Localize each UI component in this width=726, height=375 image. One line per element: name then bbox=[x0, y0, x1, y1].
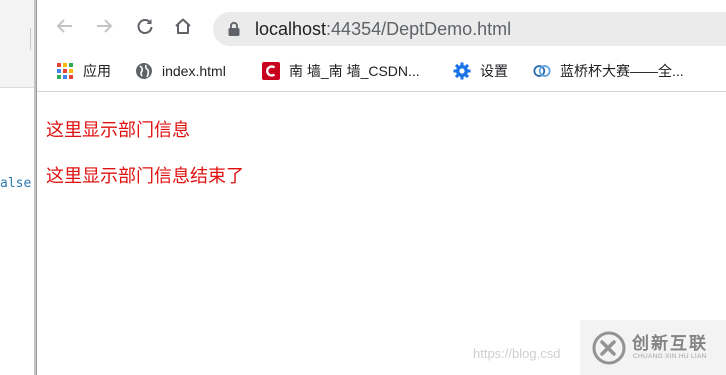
page-content: 这里显示部门信息 这里显示部门信息结束了 https://blog.csd 创新… bbox=[37, 93, 726, 375]
address-bar[interactable]: localhost:44354/DeptDemo.html bbox=[213, 12, 726, 46]
bookmark-label: 南 墙_南 墙_CSDN... bbox=[289, 63, 420, 79]
watermark-brand-cn: 创新互联 bbox=[632, 334, 708, 353]
bookmark-label: index.html bbox=[162, 63, 226, 79]
screen: alse localhost:44354/DeptDemo.html 应用 in… bbox=[0, 0, 726, 375]
url-host: localhost bbox=[255, 19, 327, 39]
browser-toolbar: localhost:44354/DeptDemo.html bbox=[37, 0, 726, 52]
forward-arrow-icon bbox=[97, 19, 113, 33]
reload-button[interactable] bbox=[132, 13, 158, 39]
editor-code-fragment: alse bbox=[0, 176, 32, 191]
url-text: localhost:44354/DeptDemo.html bbox=[255, 19, 511, 40]
editor-divider bbox=[30, 28, 31, 50]
home-button[interactable] bbox=[170, 13, 196, 39]
brand-logo-icon bbox=[592, 331, 626, 365]
globe-icon bbox=[135, 62, 153, 80]
forward-button[interactable] bbox=[91, 13, 117, 39]
apps-grid-icon bbox=[56, 62, 74, 80]
back-arrow-icon bbox=[56, 19, 72, 33]
watermark-brand-en: CHUANG XIN HU LIAN bbox=[633, 353, 707, 360]
bookmark-settings[interactable]: 设置 bbox=[453, 60, 508, 82]
bookmark-index-html[interactable]: index.html bbox=[135, 60, 226, 82]
bookmarks-bar: 应用 index.html 南 墙_南 墙_CSDN... 设置 蓝桥杯大赛——… bbox=[37, 52, 726, 92]
home-icon bbox=[175, 18, 191, 34]
dept-info-end-text: 这里显示部门信息结束了 bbox=[46, 166, 244, 186]
watermark-badge: 创新互联 CHUANG XIN HU LIAN bbox=[580, 320, 726, 375]
bookmark-csdn[interactable]: 南 墙_南 墙_CSDN... bbox=[262, 60, 420, 82]
back-button[interactable] bbox=[52, 13, 78, 39]
lanqiao-icon bbox=[533, 62, 551, 80]
bookmark-label: 蓝桥杯大赛——全... bbox=[560, 63, 684, 79]
background-editor: alse bbox=[0, 0, 36, 375]
bookmark-label: 设置 bbox=[480, 63, 508, 79]
reload-icon bbox=[137, 19, 153, 34]
gear-icon bbox=[453, 62, 471, 80]
bookmark-lanqiao[interactable]: 蓝桥杯大赛——全... bbox=[533, 60, 684, 82]
url-path: :44354/DeptDemo.html bbox=[326, 19, 512, 39]
browser-window: localhost:44354/DeptDemo.html 应用 index.h… bbox=[36, 0, 726, 375]
csdn-icon bbox=[262, 62, 280, 80]
lock-icon bbox=[228, 21, 240, 36]
bookmark-apps[interactable]: 应用 bbox=[56, 60, 111, 82]
bookmark-label: 应用 bbox=[83, 63, 111, 79]
watermark-url: https://blog.csd bbox=[473, 346, 561, 361]
dept-info-text: 这里显示部门信息 bbox=[46, 120, 190, 140]
